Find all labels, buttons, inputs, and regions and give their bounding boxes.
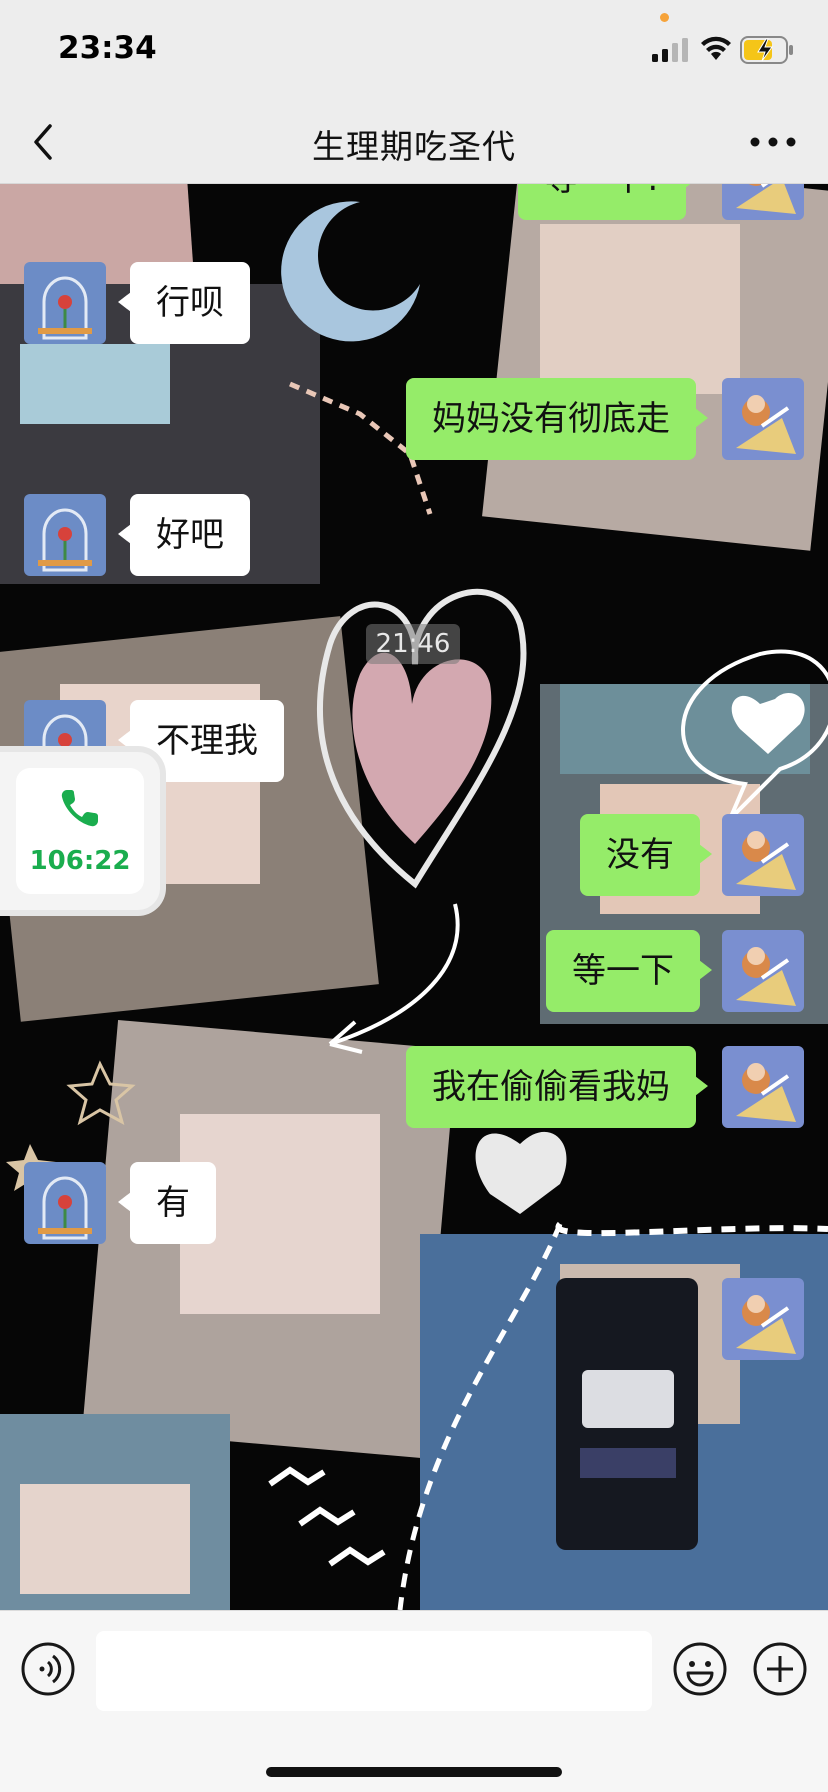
my-avatar[interactable]: [722, 1046, 804, 1128]
message-bubble-incoming[interactable]: 好吧: [118, 494, 250, 576]
chat-timestamp: 21:46: [366, 624, 460, 664]
input-bar: [0, 1610, 828, 1792]
message-bubble-outgoing[interactable]: 等一下!: [518, 184, 698, 220]
signal-icon: [652, 38, 688, 62]
message-bubble-outgoing[interactable]: 等一下: [546, 930, 712, 1012]
my-avatar[interactable]: [722, 930, 804, 1012]
status-bar: 23:34: [0, 0, 828, 100]
nav-bar: 生理期吃圣代: [0, 100, 828, 184]
contact-avatar[interactable]: [24, 1162, 106, 1244]
message-bubble-outgoing[interactable]: 没有: [580, 814, 712, 896]
wifi-icon: [701, 36, 731, 60]
plus-icon[interactable]: [752, 1641, 808, 1697]
more-icon[interactable]: [748, 134, 798, 150]
my-avatar[interactable]: [722, 184, 804, 220]
message-bubble-outgoing[interactable]: 我在偷偷看我妈: [406, 1046, 708, 1128]
message-bubble-incoming[interactable]: 有: [118, 1162, 216, 1244]
message-bubble-incoming[interactable]: 行呗: [118, 262, 250, 344]
call-widget-card[interactable]: 106:22: [16, 768, 144, 894]
home-indicator[interactable]: [266, 1767, 562, 1777]
floating-call-widget[interactable]: 106:22: [0, 752, 160, 910]
chat-area[interactable]: 等一下! 行呗 妈妈没有彻底走 好吧 21:46 不理我 没有 等一下 我在偷偷…: [0, 184, 828, 1610]
status-time: 23:34: [58, 30, 157, 66]
privacy-indicator-dot: [660, 13, 669, 22]
emoji-icon[interactable]: [672, 1641, 728, 1697]
message-bubble-outgoing[interactable]: 妈妈没有彻底走: [406, 378, 708, 460]
chat-title: 生理期吃圣代: [312, 127, 516, 166]
battery-icon: [740, 36, 793, 64]
voice-icon[interactable]: [20, 1641, 76, 1697]
contact-avatar[interactable]: [24, 262, 106, 344]
message-input[interactable]: [96, 1631, 652, 1711]
my-avatar[interactable]: [722, 814, 804, 896]
phone-icon: [61, 790, 98, 827]
call-duration: 106:22: [29, 846, 131, 876]
my-avatar[interactable]: [722, 1278, 804, 1360]
my-avatar[interactable]: [722, 378, 804, 460]
contact-avatar[interactable]: [24, 494, 106, 576]
